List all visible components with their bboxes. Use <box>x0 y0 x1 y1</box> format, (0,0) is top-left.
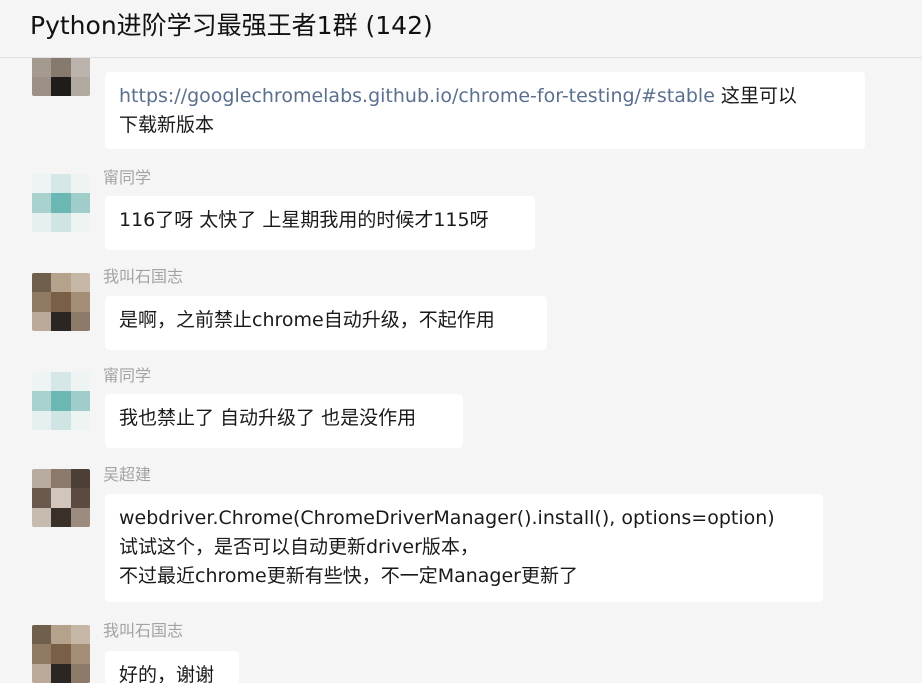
sender-name[interactable]: 我叫石国志 <box>103 267 183 287</box>
sender-avatar[interactable] <box>32 273 90 331</box>
message-text: 116了呀 太快了 上星期我用的时候才115呀 <box>119 209 489 231</box>
chat-header: Python进阶学习最强王者1群 (142) <box>0 0 922 58</box>
sender-avatar[interactable] <box>32 469 90 527</box>
sender-name[interactable]: 我叫石国志 <box>103 621 183 641</box>
message-bubble[interactable]: 是啊，之前禁止chrome自动升级，不起作用 <box>105 296 547 350</box>
message-text: 试试这个，是否可以自动更新driver版本， <box>119 536 479 558</box>
message-line: https://googlechromelabs.github.io/chrom… <box>119 82 851 111</box>
message-text: 这里可以 <box>714 85 797 107</box>
message-bubble[interactable]: https://googlechromelabs.github.io/chrom… <box>105 72 865 149</box>
message-item: 我叫石国志 是啊，之前禁止chrome自动升级，不起作用 <box>0 267 922 357</box>
message-line: 下载新版本 <box>119 114 215 136</box>
message-link[interactable]: https://googlechromelabs.github.io/chrom… <box>119 85 715 107</box>
message-text: 不过最近chrome更新有些快，不一定Manager更新了 <box>119 565 578 587</box>
sender-name[interactable]: 吴超建 <box>103 465 151 485</box>
sender-avatar[interactable] <box>32 625 90 683</box>
message-bubble[interactable]: 我也禁止了 自动升级了 也是没作用 <box>105 394 463 448</box>
message-item: 甯同学 116了呀 太快了 上星期我用的时候才115呀 <box>0 168 922 258</box>
message-item: 我叫石国志 好的，谢谢 <box>0 621 922 683</box>
sender-avatar[interactable] <box>32 58 90 96</box>
message-text: webdriver.Chrome(ChromeDriverManager().i… <box>119 507 775 529</box>
chat-title[interactable]: Python进阶学习最强王者1群 (142) <box>30 9 433 43</box>
message-item: 甯同学 我也禁止了 自动升级了 也是没作用 <box>0 366 922 456</box>
sender-avatar[interactable] <box>32 174 90 232</box>
sender-name[interactable]: 甯同学 <box>103 168 151 188</box>
sender-avatar[interactable] <box>32 372 90 430</box>
message-bubble[interactable]: webdriver.Chrome(ChromeDriverManager().i… <box>105 494 823 602</box>
chat-window: Python进阶学习最强王者1群 (142) https://googlechr… <box>0 0 922 683</box>
message-text: 是啊，之前禁止chrome自动升级，不起作用 <box>119 309 495 331</box>
message-feed[interactable]: https://googlechromelabs.github.io/chrom… <box>0 58 922 683</box>
message-bubble[interactable]: 116了呀 太快了 上星期我用的时候才115呀 <box>105 196 535 250</box>
sender-name[interactable]: 甯同学 <box>103 366 151 386</box>
message-text: 好的，谢谢 <box>119 664 215 683</box>
message-item: 吴超建 webdriver.Chrome(ChromeDriverManager… <box>0 465 922 605</box>
message-text: 我也禁止了 自动升级了 也是没作用 <box>119 407 417 429</box>
message-bubble[interactable]: 好的，谢谢 <box>105 651 239 683</box>
message-item: https://googlechromelabs.github.io/chrom… <box>0 58 922 150</box>
